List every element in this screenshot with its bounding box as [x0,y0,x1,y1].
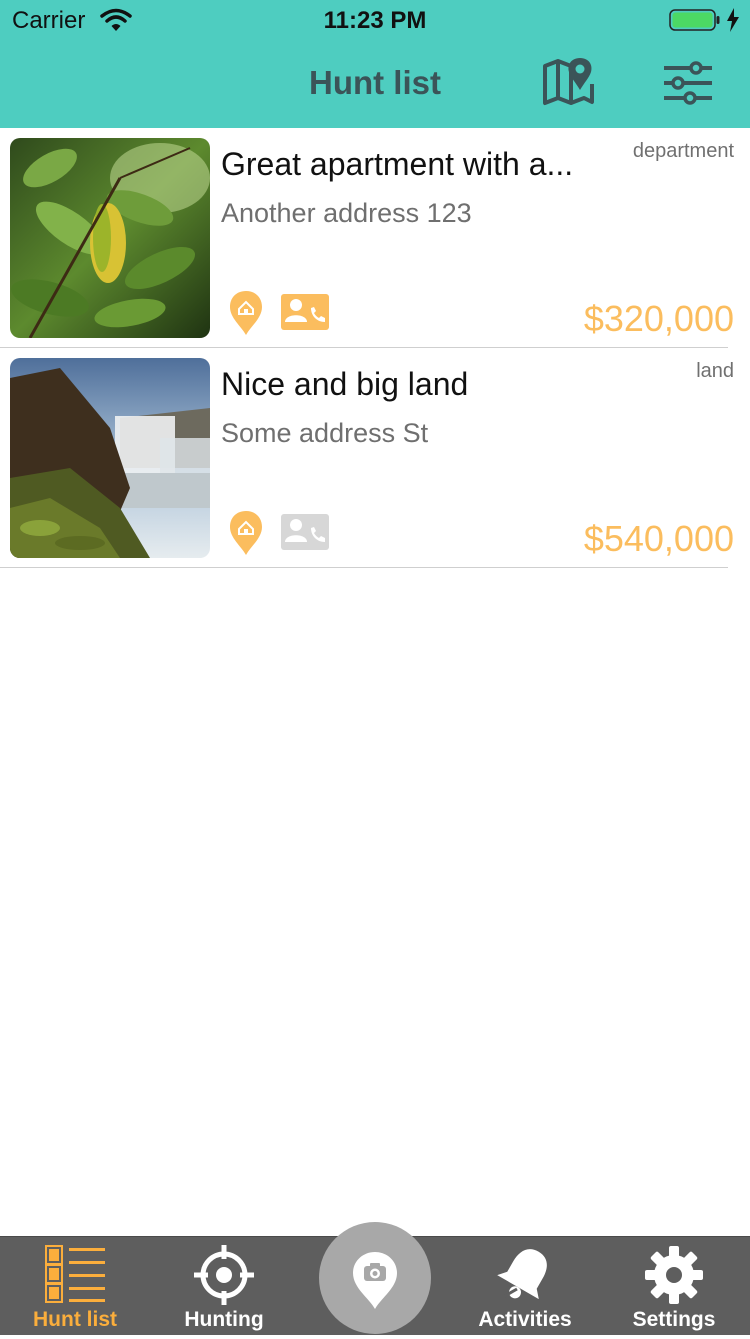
listing-price: $540,000 [583,518,734,559]
listing-address: Another address 123 [221,198,472,228]
bell-icon [495,1245,555,1305]
sliders-icon[interactable] [662,60,714,106]
list-icon [45,1245,105,1305]
location-pin-icon[interactable] [229,510,263,556]
list-item[interactable]: Nice and big land Some address St land $… [0,348,750,568]
camera-pin-icon [353,1252,397,1309]
contact-card-icon[interactable] [281,294,329,330]
listing-type: land [696,360,734,382]
tab-hunting[interactable]: Hunting [149,1237,299,1335]
navigation-bar: Carrier 11:23 PM Hunt list [0,0,750,128]
row-divider [0,567,728,568]
tab-label: Settings [632,1308,716,1331]
listing-type: department [632,140,734,162]
contact-card-icon[interactable] [281,514,329,550]
listing-photo [10,358,210,558]
list-item[interactable]: Great apartment with a... Another addres… [0,128,750,348]
listing-address: Some address St [221,418,429,448]
listing-title: Great apartment with a... [221,146,574,182]
tab-settings[interactable]: Settings [599,1237,749,1335]
listing-price: $320,000 [583,298,734,339]
listing-title: Nice and big land [221,366,469,402]
crosshair-icon [194,1245,254,1305]
listing-photo [10,138,210,338]
page-title: Hunt list [309,64,441,101]
location-pin-icon[interactable] [229,290,263,336]
tab-label: Hunt list [33,1308,117,1331]
gear-icon [644,1245,704,1305]
clock: 11:23 PM [323,7,427,34]
charging-icon [726,8,740,39]
tab-activities[interactable]: Activities [450,1237,600,1335]
map-pin-icon[interactable] [540,56,598,110]
tab-label: Activities [478,1308,572,1331]
status-bar: Carrier 11:23 PM [0,0,750,40]
tab-label: Hunting [184,1308,264,1331]
battery-icon [669,9,720,31]
tab-hunt-list[interactable]: Hunt list [0,1237,150,1335]
add-hunt-button[interactable] [319,1222,431,1334]
